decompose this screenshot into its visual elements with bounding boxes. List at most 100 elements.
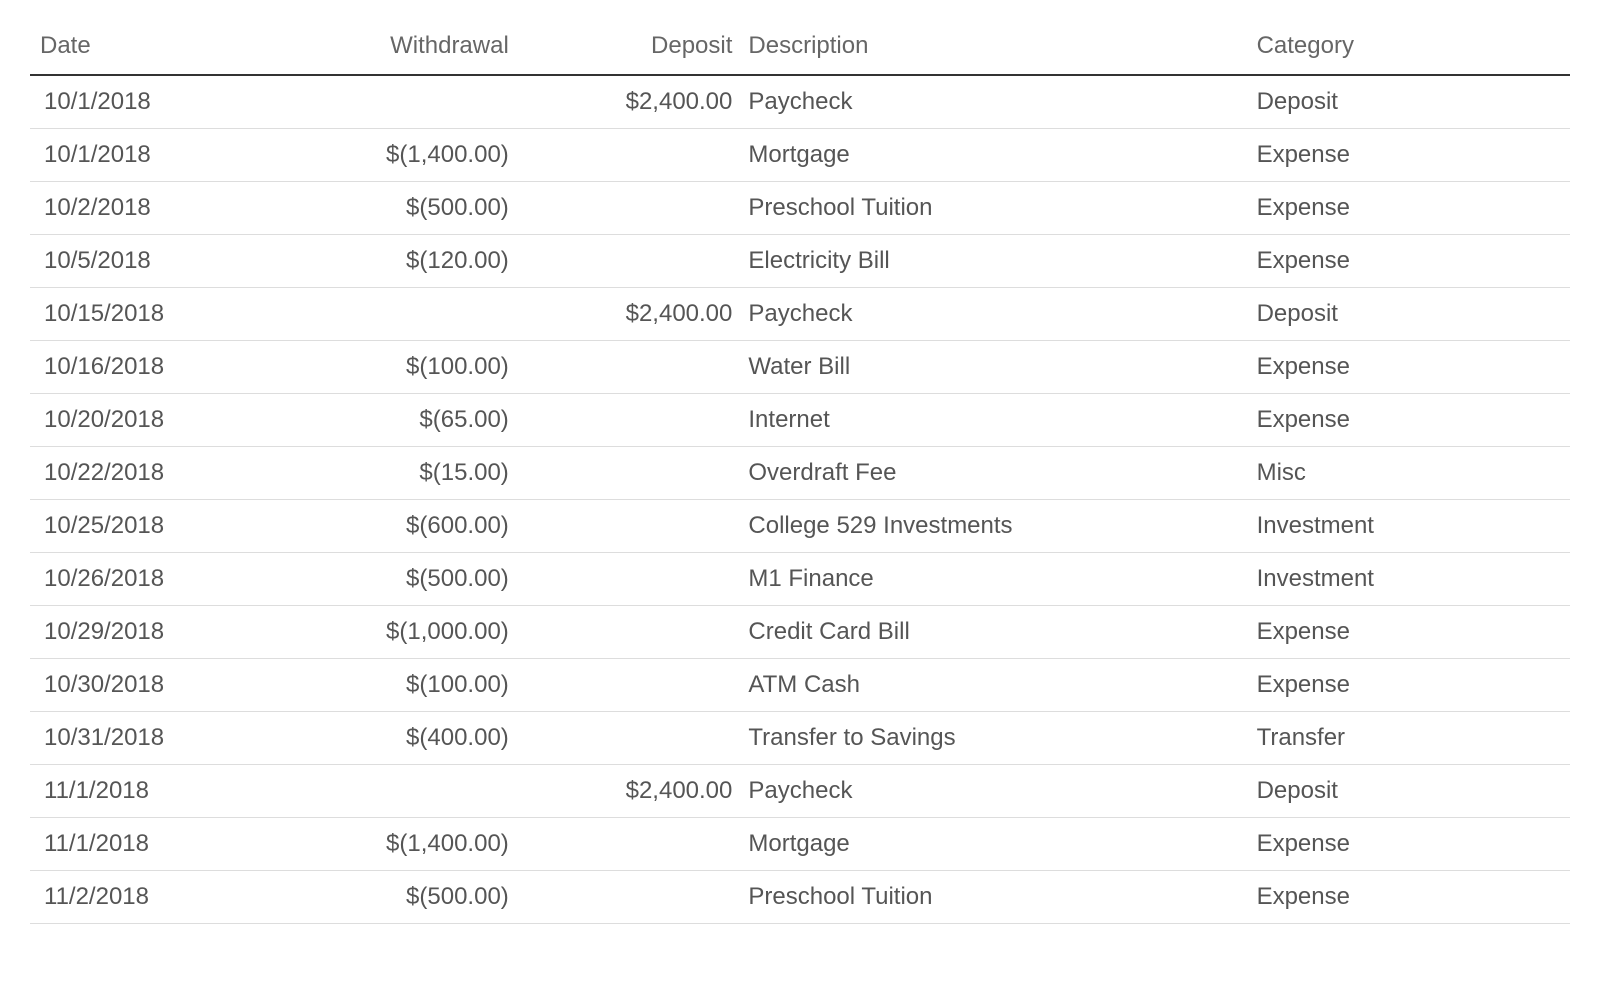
cell-category: Expense <box>1247 129 1570 182</box>
cell-withdrawal: $(1,400.00) <box>261 129 523 182</box>
cell-deposit <box>523 235 739 288</box>
table-row: 10/2/2018$(500.00) Preschool TuitionExpen… <box>30 182 1570 235</box>
cell-deposit: $2,400.00 <box>523 75 739 129</box>
table-row: 10/1/2018$(1,400.00) MortgageExpense <box>30 129 1570 182</box>
cell-description: Internet <box>738 394 1246 447</box>
cell-description: Paycheck <box>738 75 1246 129</box>
cell-date: 10/5/2018 <box>30 235 261 288</box>
cell-category: Expense <box>1247 606 1570 659</box>
header-description: Description <box>738 20 1246 75</box>
header-category: Category <box>1247 20 1570 75</box>
cell-date: 10/22/2018 <box>30 447 261 500</box>
cell-deposit <box>523 606 739 659</box>
table-row: 10/5/2018$(120.00)Electricity BillExpens… <box>30 235 1570 288</box>
cell-category: Expense <box>1247 871 1570 924</box>
cell-date: 10/29/2018 <box>30 606 261 659</box>
header-date: Date <box>30 20 261 75</box>
cell-deposit: $2,400.00 <box>523 765 739 818</box>
cell-deposit <box>523 553 739 606</box>
cell-date: 10/2/2018 <box>30 182 261 235</box>
cell-withdrawal: $(400.00) <box>261 712 523 765</box>
cell-deposit <box>523 447 739 500</box>
cell-category: Expense <box>1247 818 1570 871</box>
table-row: 10/1/2018 $2,400.00PaycheckDeposit <box>30 75 1570 129</box>
table-row: 11/1/2018$(1,400.00) MortgageExpense <box>30 818 1570 871</box>
cell-description: Paycheck <box>738 288 1246 341</box>
cell-deposit <box>523 871 739 924</box>
table-header-row: Date Withdrawal Deposit Description Cate… <box>30 20 1570 75</box>
cell-withdrawal <box>261 75 523 129</box>
cell-date: 10/26/2018 <box>30 553 261 606</box>
table-row: 11/1/2018$2,400.00PaycheckDeposit <box>30 765 1570 818</box>
cell-description: Water Bill <box>738 341 1246 394</box>
cell-date: 11/1/2018 <box>30 818 261 871</box>
cell-date: 10/16/2018 <box>30 341 261 394</box>
cell-deposit: $2,400.00 <box>523 288 739 341</box>
cell-category: Expense <box>1247 659 1570 712</box>
cell-description: Paycheck <box>738 765 1246 818</box>
cell-deposit <box>523 818 739 871</box>
cell-date: 10/20/2018 <box>30 394 261 447</box>
cell-description: Preschool Tuition <box>738 871 1246 924</box>
cell-withdrawal: $(120.00) <box>261 235 523 288</box>
cell-date: 11/1/2018 <box>30 765 261 818</box>
cell-withdrawal: $(1,000.00) <box>261 606 523 659</box>
transactions-table: Date Withdrawal Deposit Description Cate… <box>30 20 1570 924</box>
cell-date: 10/30/2018 <box>30 659 261 712</box>
cell-withdrawal: $(65.00) <box>261 394 523 447</box>
cell-deposit <box>523 182 739 235</box>
cell-description: Transfer to Savings <box>738 712 1246 765</box>
cell-description: College 529 Investments <box>738 500 1246 553</box>
cell-withdrawal <box>261 288 523 341</box>
cell-withdrawal: $(100.00) <box>261 659 523 712</box>
cell-description: M1 Finance <box>738 553 1246 606</box>
header-withdrawal: Withdrawal <box>261 20 523 75</box>
header-deposit: Deposit <box>523 20 739 75</box>
cell-deposit <box>523 129 739 182</box>
table-body: 10/1/2018$2,400.00PaycheckDeposit10/1/20… <box>30 75 1570 924</box>
cell-date: 11/2/2018 <box>30 871 261 924</box>
cell-category: Expense <box>1247 182 1570 235</box>
cell-description: Mortgage <box>738 129 1246 182</box>
cell-category: Transfer <box>1247 712 1570 765</box>
cell-category: Investment <box>1247 500 1570 553</box>
table-row: 11/2/2018$(500.00) Preschool TuitionExpen… <box>30 871 1570 924</box>
cell-category: Investment <box>1247 553 1570 606</box>
cell-deposit <box>523 500 739 553</box>
table-row: 10/25/2018$(600.00) College 529 Investmen… <box>30 500 1570 553</box>
cell-deposit <box>523 394 739 447</box>
cell-deposit <box>523 659 739 712</box>
cell-date: 10/1/2018 <box>30 75 261 129</box>
cell-withdrawal: $(1,400.00) <box>261 818 523 871</box>
cell-category: Deposit <box>1247 75 1570 129</box>
cell-category: Expense <box>1247 341 1570 394</box>
cell-deposit <box>523 341 739 394</box>
cell-date: 10/25/2018 <box>30 500 261 553</box>
cell-deposit <box>523 712 739 765</box>
cell-withdrawal: $(600.00) <box>261 500 523 553</box>
cell-category: Expense <box>1247 394 1570 447</box>
cell-description: Overdraft Fee <box>738 447 1246 500</box>
cell-withdrawal: $(500.00) <box>261 553 523 606</box>
cell-withdrawal: $(500.00) <box>261 871 523 924</box>
cell-date: 10/1/2018 <box>30 129 261 182</box>
cell-withdrawal: $(15.00) <box>261 447 523 500</box>
table-row: 10/30/2018$(100.00) ATM CashExpense <box>30 659 1570 712</box>
cell-description: ATM Cash <box>738 659 1246 712</box>
cell-category: Deposit <box>1247 288 1570 341</box>
cell-category: Expense <box>1247 235 1570 288</box>
table-row: 10/31/2018$(400.00) Transfer to SavingsTr… <box>30 712 1570 765</box>
cell-description: Credit Card Bill <box>738 606 1246 659</box>
cell-description: Preschool Tuition <box>738 182 1246 235</box>
cell-withdrawal: $(100.00) <box>261 341 523 394</box>
cell-date: 10/31/2018 <box>30 712 261 765</box>
table-row: 10/22/2018$(15.00) Overdraft FeeMisc <box>30 447 1570 500</box>
cell-description: Mortgage <box>738 818 1246 871</box>
table-row: 10/15/2018$2,400.00PaycheckDeposit <box>30 288 1570 341</box>
table-row: 10/16/2018$(100.00) Water BillExpense <box>30 341 1570 394</box>
cell-withdrawal <box>261 765 523 818</box>
table-row: 10/29/2018$(1,000.00) Credit Card BillExp… <box>30 606 1570 659</box>
cell-withdrawal: $(500.00) <box>261 182 523 235</box>
table-row: 10/26/2018$(500.00) M1 FinanceInvestment <box>30 553 1570 606</box>
cell-category: Misc <box>1247 447 1570 500</box>
